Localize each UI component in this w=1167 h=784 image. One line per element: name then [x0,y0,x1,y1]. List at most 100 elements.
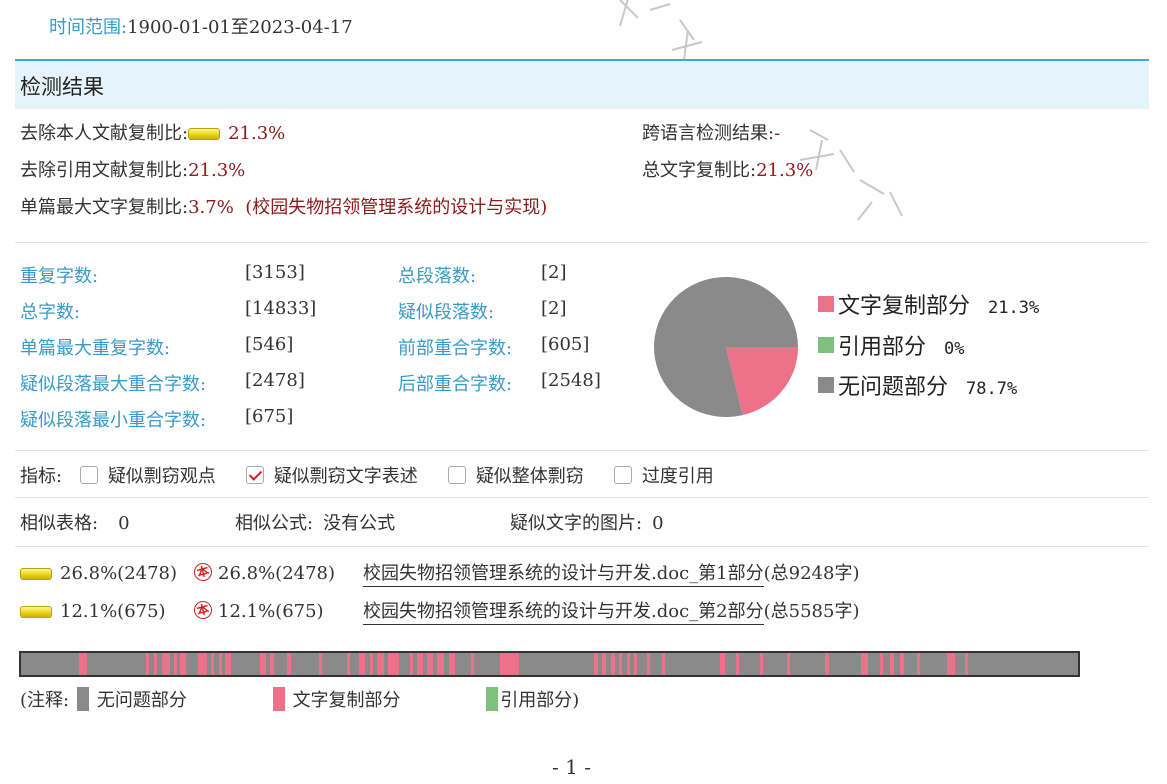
legend-label: 无问题部分 [838,375,949,400]
similar-formulas-label: 相似公式: [235,513,314,534]
copied-segment [211,653,215,675]
copied-segment [319,653,323,675]
total-ratio-value: 21.3% [756,160,814,181]
copied-segment [259,653,267,675]
excl-self-ratio: 去除本人文献复制比: 21.3% [20,119,285,145]
indicator-option[interactable]: 疑似剽窃文字表述 [224,466,418,487]
stat-value: [605] [541,334,590,355]
divider [15,546,1149,547]
page-number: - 1 - [552,755,591,779]
indicator-checkbox[interactable] [79,466,98,484]
section-header: 检测结果 [15,59,1149,109]
yellow-bar-icon [188,128,221,140]
copied-segment [900,653,904,675]
max-single-label: 单篇最大文字复制比: [20,197,189,218]
indicator-checkbox[interactable] [245,466,264,484]
copy-swatch-icon [272,687,285,711]
indicator-checkbox[interactable] [613,466,632,484]
ok-swatch-icon [76,687,89,711]
section-title: 检测结果 [20,75,104,99]
copied-segment [449,653,456,675]
indicator-label: 疑似剽窃文字表述 [273,466,418,487]
copied-segment [889,653,895,675]
indicator-option[interactable]: 疑似整体剽窃 [426,466,584,487]
total-ratio-label: 总文字复制比: [642,160,757,181]
copied-segment [161,653,171,675]
legend-value: 21.3% [988,298,1040,318]
stat-label: 疑似段落最大重合字数: [20,374,207,395]
legend-value: 0% [944,339,965,359]
copied-segment [946,653,956,675]
stat-value: [2478] [245,370,305,391]
copied-segment [145,653,149,675]
copied-segment [861,653,868,675]
legend-swatch [818,296,834,312]
excl-ref-value: 21.3% [188,160,246,181]
legend-swatch [818,337,834,353]
time-range-label: 时间范围: [49,17,128,38]
stat-label: 总字数: [20,302,81,323]
indicators: 指标: 疑似剽窃观点 疑似剽窃文字表述 疑似整体剽窃 过度引用 [20,462,722,488]
legend-entry: 引用部分 0% [838,329,965,361]
indicator-option[interactable]: 过度引用 [592,466,714,487]
indicator-checkbox[interactable] [447,466,466,484]
copied-segment [179,653,186,675]
indicator-option[interactable]: 疑似剽窃观点 [68,466,216,487]
max-single-ratio: 单篇最大文字复制比:3.7% (校园失物招领管理系统的设计与实现) [20,193,547,219]
max-single-value: 3.7% [188,197,234,218]
copied-segment [197,653,208,675]
similar-formulas-value: 没有公式 [323,513,396,534]
source-link[interactable]: 校园失物招领管理系统的设计与开发.doc_第1部分 [363,563,764,587]
source-row: 12.1%(675) 本 12.1%(675) 校园失物招领管理系统的设计与开发.do… [20,597,859,625]
yellow-bar-icon [20,568,52,580]
divider [15,450,1149,451]
copied-segment [369,653,373,675]
stat-label: 重复字数: [20,266,99,287]
stat-label: 疑似段落数: [398,302,495,323]
stat-label: 总段落数: [398,266,477,287]
copied-segment [346,653,350,675]
copied-segment [602,653,606,675]
yellow-bar-icon [20,606,52,618]
stat-label: 单篇最大重复字数: [20,338,171,359]
copied-segment [719,653,725,675]
copied-segment [610,653,616,675]
copied-segment [626,653,630,675]
pie-chart [654,277,798,417]
legend-swatch [818,377,834,393]
indicator-label: 过度引用 [641,466,714,487]
indicator-label: 疑似整体剽窃 [475,466,584,487]
copied-segment [174,653,178,675]
copied-segment [387,653,400,675]
cross-lang-label: 跨语言检测结果: [642,123,775,144]
copied-segment [79,653,87,675]
copied-segment [218,653,222,675]
copied-segment [759,653,763,675]
copied-segment [287,653,291,675]
stat-label: 后部重合字数: [398,374,513,395]
source-link[interactable]: 校园失物招领管理系统的设计与开发.doc_第2部分 [363,601,764,625]
excl-ref-ratio: 去除引用文献复制比:21.3% [20,156,245,182]
source-ratio: 26.8%(2478) [60,563,178,584]
source-total: (总9248字) [763,563,860,584]
indicator-label: 疑似剽窃观点 [107,466,216,487]
copied-segment [359,653,365,675]
similar-tables-label: 相似表格: [20,513,99,534]
stat-value: [14833] [245,298,317,319]
total-ratio: 总文字复制比:21.3% [642,156,813,182]
copied-segment [964,653,969,675]
copied-segment [787,653,791,675]
copied-segment [417,653,423,675]
copied-segment [154,653,158,675]
distribution-strip [19,651,1080,677]
legend-label: 引用部分 [838,335,927,360]
copied-segment [917,653,921,675]
source-own-ratio: 12.1%(675) [218,601,324,622]
source-own-ratio: 26.8%(2478) [218,563,336,584]
copied-segment [437,653,444,675]
copied-segment [426,653,434,675]
copied-segment [634,653,638,675]
indicators-label: 指标: [20,466,63,487]
excl-ref-label: 去除引用文献复制比: [20,160,189,181]
annotation: (注释: 无问题部分 文字复制部分 引用部分) [20,686,579,713]
